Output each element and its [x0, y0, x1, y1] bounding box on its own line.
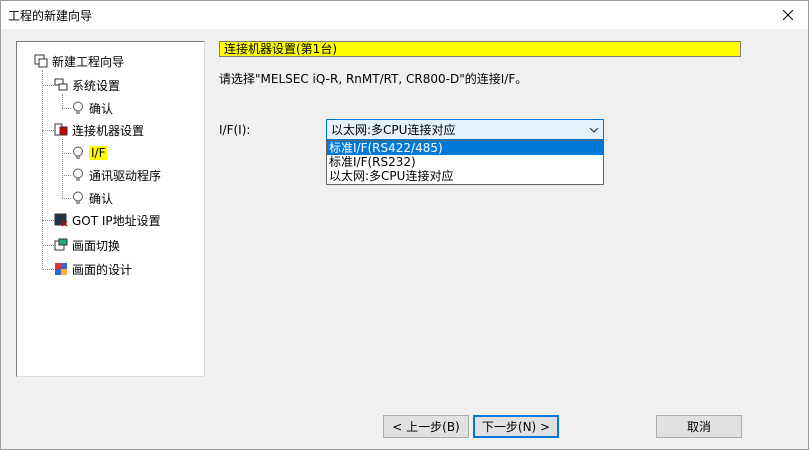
tree-item-screen-switch[interactable]: 画面切换 — [54, 236, 120, 254]
tree-item-confirm-system[interactable]: 确认 — [71, 99, 113, 117]
wizard-window: 工程的新建向导 新建工程向导 系统设置 确认 连接机器设置 I/F 通讯驱动程序… — [0, 0, 809, 450]
tree-item-system-settings[interactable]: 系统设置 — [54, 76, 120, 94]
tree-label: 系统设置 — [72, 78, 121, 93]
tree-label: 连接机器设置 — [72, 123, 145, 138]
lightbulb-icon — [71, 191, 85, 205]
screen-design-icon — [54, 262, 68, 276]
wizard-icon — [34, 54, 48, 68]
lightbulb-icon — [71, 101, 85, 115]
if-option[interactable]: 标准I/F(RS232) — [327, 155, 603, 169]
close-button[interactable] — [768, 1, 808, 29]
tree-label: 确认 — [89, 101, 114, 116]
if-option[interactable]: 以太网:多CPU连接对应 — [327, 169, 603, 183]
lightbulb-icon — [71, 168, 85, 182]
tree-item-got-ip-settings[interactable]: GOT IP地址设置 — [54, 211, 161, 229]
cancel-button[interactable]: 取消 — [656, 415, 742, 438]
tree-label: 通讯驱动程序 — [89, 168, 162, 183]
if-label: I/F(I): — [219, 123, 251, 137]
chevron-down-icon — [589, 127, 599, 133]
system-settings-icon — [54, 78, 68, 92]
tree-label: 画面的设计 — [72, 262, 133, 277]
if-dropdown-list: 标准I/F(RS422/485) 标准I/F(RS232) 以太网:多CPU连接… — [326, 140, 604, 185]
instruction-text: 请选择"MELSEC iQ-R, RnMT/RT, CR800-D"的连接I/F… — [219, 72, 528, 86]
tree-label: GOT IP地址设置 — [72, 213, 161, 228]
tree-item-connected-device-settings[interactable]: 连接机器设置 — [54, 121, 144, 139]
tree-item-if[interactable]: I/F — [71, 144, 108, 162]
screen-switch-icon — [54, 238, 68, 252]
lightbulb-icon — [71, 146, 85, 160]
window-title: 工程的新建向导 — [8, 9, 93, 23]
tree-label: 新建工程向导 — [52, 54, 125, 69]
close-icon — [783, 10, 793, 20]
tree-item-confirm-device[interactable]: 确认 — [71, 189, 113, 207]
tree-item-screen-design[interactable]: 画面的设计 — [54, 260, 132, 278]
if-select-value: 以太网:多CPU连接对应 — [331, 123, 456, 137]
device-icon — [54, 123, 68, 137]
if-option[interactable]: 标准I/F(RS422/485) — [327, 141, 603, 155]
if-select[interactable]: 以太网:多CPU连接对应 — [326, 119, 604, 140]
next-button[interactable]: 下一步(N) > — [473, 415, 559, 438]
title-bar: 工程的新建向导 — [1, 1, 808, 29]
tree-label: 确认 — [89, 191, 114, 206]
tree-label: 画面切换 — [72, 238, 121, 253]
tree-item-communication-driver[interactable]: 通讯驱动程序 — [71, 166, 161, 184]
section-header: 连接机器设置(第1台) — [219, 41, 741, 57]
tree-label-selected: I/F — [89, 146, 108, 160]
back-button[interactable]: < 上一步(B) — [383, 415, 469, 438]
tree-item-new-project-wizard[interactable]: 新建工程向导 — [34, 52, 124, 70]
got-ip-icon — [54, 213, 68, 227]
wizard-step-tree: 新建工程向导 系统设置 确认 连接机器设置 I/F 通讯驱动程序 确认 GOT … — [16, 41, 205, 377]
